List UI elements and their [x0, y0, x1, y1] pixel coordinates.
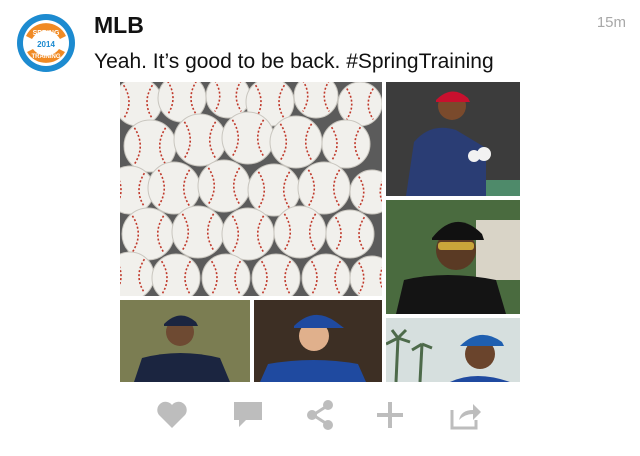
export-button[interactable]: [446, 395, 486, 435]
player-twins-image: [386, 82, 520, 196]
baseballs-photo[interactable]: [120, 82, 382, 296]
svg-text:TRAINING: TRAINING: [32, 54, 61, 60]
player-marlins-image: [386, 318, 520, 382]
player-bluejays-photo[interactable]: [254, 300, 382, 382]
player-pirates-image: [386, 200, 520, 314]
action-bar: [150, 395, 490, 435]
player-marlins-photo[interactable]: [386, 318, 520, 382]
spring-training-logo: SPRING 2014 TRAINING: [18, 15, 74, 71]
player-twins-photo[interactable]: [386, 82, 520, 196]
player-pirates-photo[interactable]: [386, 200, 520, 314]
share-nodes-icon: [307, 400, 333, 430]
baseballs-image: [120, 82, 382, 296]
speech-bubble-icon: [234, 402, 262, 427]
add-button[interactable]: [370, 395, 410, 435]
like-button[interactable]: [152, 395, 192, 435]
reply-button[interactable]: [228, 395, 268, 435]
timestamp: 15m: [596, 14, 626, 31]
share-button[interactable]: [300, 395, 340, 435]
heart-icon: [157, 401, 187, 428]
player-yankees-photo[interactable]: [120, 300, 250, 382]
author-name[interactable]: MLB: [94, 12, 144, 39]
post-text: Yeah. It’s good to be back. #SpringTrain…: [94, 50, 494, 73]
plus-icon: [377, 402, 403, 428]
export-arrow-icon: [450, 404, 481, 430]
svg-text:SPRING: SPRING: [33, 30, 60, 37]
svg-text:2014: 2014: [37, 40, 55, 49]
player-yankees-image: [120, 300, 250, 382]
player-bluejays-image: [254, 300, 382, 382]
avatar[interactable]: SPRING 2014 TRAINING: [17, 14, 75, 72]
